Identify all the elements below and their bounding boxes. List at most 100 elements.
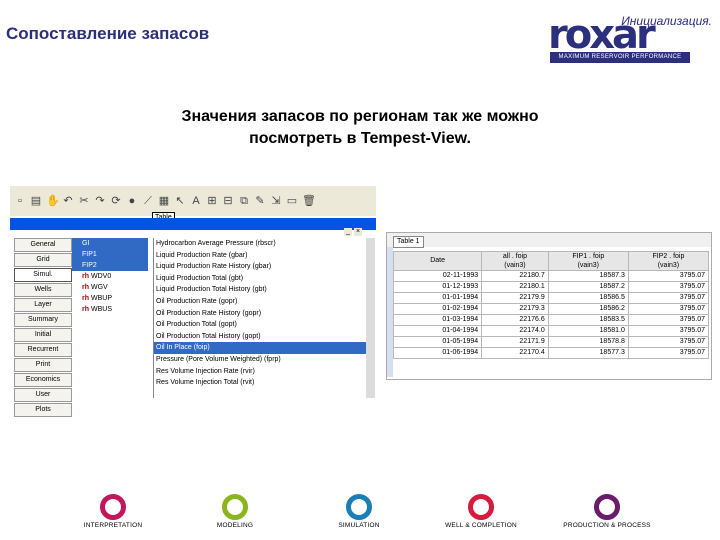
- column-header-all-foip[interactable]: all . foip (vain3): [481, 251, 549, 271]
- table-cell: 3795.07: [627, 303, 710, 315]
- window-icon[interactable]: ▭: [286, 195, 298, 207]
- category-item[interactable]: Grid: [14, 253, 72, 267]
- table-row[interactable]: 01-06-1994 22170.4 18577.3 3795.07: [392, 347, 710, 359]
- refresh-icon[interactable]: ⟳: [110, 195, 122, 207]
- table-cell: 3795.07: [627, 292, 710, 304]
- font-icon[interactable]: A: [190, 195, 202, 207]
- category-item[interactable]: Print: [14, 358, 72, 372]
- redo-icon[interactable]: ↷: [94, 195, 106, 207]
- table-cell: 01-12-1993: [392, 281, 483, 293]
- table-cell: 22170.4: [481, 347, 549, 359]
- category-item[interactable]: General: [14, 238, 72, 252]
- region-item[interactable]: FIP2: [72, 260, 148, 271]
- category-item[interactable]: Layer: [14, 298, 72, 312]
- property-item[interactable]: Liquid Production Total (gbt): [154, 273, 366, 285]
- property-item[interactable]: Pressure (Pore Volume Weighted) (fprp): [154, 354, 366, 366]
- page-title: Сопоставление запасов: [6, 24, 210, 43]
- table-row[interactable]: 01-03-1994 22176.6 18583.5 3795.07: [392, 314, 710, 326]
- category-item[interactable]: Recurrent: [14, 343, 72, 357]
- footer-label: MODELING: [216, 522, 254, 529]
- title-bar: [10, 218, 376, 230]
- category-item[interactable]: Simul.: [14, 268, 72, 282]
- table-cell: 18583.5: [547, 314, 629, 326]
- minimize-icon[interactable]: _: [344, 228, 352, 236]
- property-item[interactable]: Liquid Production Rate (gbar): [154, 250, 366, 262]
- property-list-scrollbar[interactable]: [366, 238, 375, 398]
- footer-label: INTERPRETATION: [83, 522, 143, 529]
- region-item[interactable]: FIP1: [72, 249, 148, 260]
- table-cell: 18578.8: [547, 336, 629, 348]
- tab-table-1[interactable]: Table 1: [393, 236, 424, 248]
- region-item[interactable]: GI: [72, 238, 148, 249]
- category-item[interactable]: Economics: [14, 373, 72, 387]
- table-cell: 18587.2: [547, 281, 629, 293]
- category-item[interactable]: Initial: [14, 328, 72, 342]
- hand-icon[interactable]: ✋: [46, 195, 60, 207]
- region-item[interactable]: rh WBUP: [72, 293, 148, 304]
- headline: Значения запасов по регионам так же можн…: [60, 106, 660, 150]
- table-cell: 18586.5: [547, 292, 629, 304]
- property-item[interactable]: Oil Production Total History (gopt): [154, 331, 366, 343]
- footer-interpretation: INTERPRETATION: [58, 494, 168, 529]
- headline-line-1: Значения запасов по регионам так же можн…: [181, 108, 539, 125]
- region-item[interactable]: rh WDV0: [72, 271, 148, 282]
- property-item[interactable]: Hydrocarbon Average Pressure (rbscr): [154, 238, 366, 250]
- column-header-fip2-foip[interactable]: FIP2 . foip (vain3): [627, 251, 710, 271]
- tab-strip: Table 1: [387, 233, 711, 248]
- table-cell: 3795.07: [627, 314, 710, 326]
- table-cell: 02-11-1993: [392, 270, 483, 282]
- property-item[interactable]: Oil Production Rate History (gopr): [154, 308, 366, 320]
- region-item[interactable]: rh WBUS: [72, 304, 148, 315]
- table-cell: 3795.07: [627, 270, 710, 282]
- category-item[interactable]: Wells: [14, 283, 72, 297]
- property-list: Hydrocarbon Average Pressure (rbscr) Liq…: [153, 238, 366, 398]
- well-completion-ring-icon: [468, 494, 494, 520]
- modeling-ring-icon: [222, 494, 248, 520]
- category-item[interactable]: Plots: [14, 403, 72, 417]
- property-item[interactable]: Liquid Production Rate History (gbar): [154, 261, 366, 273]
- draw-icon[interactable]: ✎: [254, 195, 266, 207]
- table-row[interactable]: 02-11-1993 22180.7 18587.3 3795.07: [392, 270, 710, 282]
- region-list: GI FIP1 FIP2 rh WDV0 rh WGV rh WBUP rh WBUS: [72, 238, 148, 326]
- table-cell: 18581.0: [547, 325, 629, 337]
- property-item[interactable]: Res Volume Injection Total (rvit): [154, 377, 366, 389]
- property-item[interactable]: Oil Production Total (gopt): [154, 319, 366, 331]
- table-row[interactable]: 01-12-1993 22180.1 18587.2 3795.07: [392, 281, 710, 293]
- open-icon[interactable]: ▤: [30, 195, 42, 207]
- property-item[interactable]: Oil Production Rate (gopr): [154, 296, 366, 308]
- property-item[interactable]: Res Volume Injection Rate (rvir): [154, 366, 366, 378]
- table-row[interactable]: 01-01-1994 22179.9 18586.5 3795.07: [392, 292, 710, 304]
- table-row[interactable]: 01-05-1994 22171.9 18578.8 3795.07: [392, 336, 710, 348]
- stop-icon[interactable]: ●: [126, 195, 138, 207]
- table-cell: 18587.3: [547, 270, 629, 282]
- cut-icon[interactable]: ✂: [78, 195, 90, 207]
- close-icon[interactable]: ×: [354, 228, 362, 236]
- table-cell: 01-06-1994: [392, 347, 483, 359]
- vsplit-icon[interactable]: ⊟: [222, 195, 234, 207]
- table-cell: 3795.07: [627, 336, 710, 348]
- table-icon[interactable]: ▦: [158, 195, 170, 207]
- table-cell: 01-03-1994: [392, 314, 483, 326]
- line-chart-icon[interactable]: ⟋: [142, 195, 154, 207]
- property-item[interactable]: Oil In Place (foip): [154, 342, 366, 354]
- pointer-icon[interactable]: ↖: [174, 195, 186, 207]
- hsplit-icon[interactable]: ⊞: [206, 195, 218, 207]
- new-icon[interactable]: ▫: [14, 195, 26, 207]
- property-item[interactable]: Liquid Production Total History (gbt): [154, 284, 366, 296]
- region-item[interactable]: rh WGV: [72, 282, 148, 293]
- region-label: WDV0: [91, 273, 112, 280]
- undo-icon[interactable]: ↶: [62, 195, 74, 207]
- table-cell: 22180.7: [481, 270, 549, 282]
- column-header-date[interactable]: Date: [392, 251, 483, 271]
- export-icon[interactable]: ⇲: [270, 195, 282, 207]
- table-row[interactable]: 01-04-1994 22174.0 18581.0 3795.07: [392, 325, 710, 337]
- delete-icon[interactable]: 🗑: [302, 195, 316, 207]
- table-cell: 01-04-1994: [392, 325, 483, 337]
- section-subtitle: Инициализация.: [621, 14, 712, 28]
- category-item[interactable]: Summary: [14, 313, 72, 327]
- table-row[interactable]: 01-02-1994 22179.3 18586.2 3795.07: [392, 303, 710, 315]
- column-header-fip1-foip[interactable]: FIP1 . foip (vain3): [547, 251, 629, 271]
- overlay-icon[interactable]: ⧉: [238, 195, 250, 207]
- category-item[interactable]: User: [14, 388, 72, 402]
- region-label: WGV: [91, 284, 108, 291]
